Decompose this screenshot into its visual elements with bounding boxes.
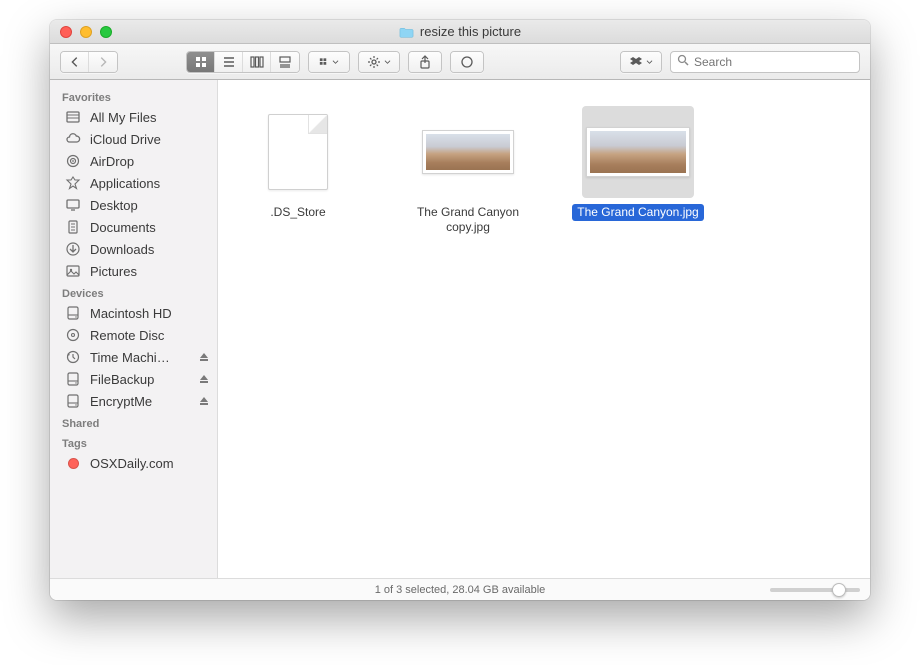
dropbox-button[interactable] xyxy=(621,52,661,72)
downloads-icon xyxy=(64,241,82,257)
cloud-icon xyxy=(64,131,82,147)
applications-icon xyxy=(64,175,82,191)
file-label: The Grand Canyon.jpg xyxy=(572,204,703,221)
sidebar-item-all-my-files[interactable]: All My Files xyxy=(50,106,217,128)
status-text: 1 of 3 selected, 28.04 GB available xyxy=(50,584,870,596)
sidebar-section-header: Favorites xyxy=(50,86,217,106)
arrange-menu xyxy=(308,51,350,73)
all-files-icon xyxy=(64,109,82,125)
coverflow-view-button[interactable] xyxy=(271,52,299,72)
sidebar-section-header: Shared xyxy=(50,412,217,432)
desktop-icon xyxy=(64,197,82,213)
arrange-button[interactable] xyxy=(309,52,349,72)
sidebar-item-label: Documents xyxy=(90,220,156,235)
list-view-button[interactable] xyxy=(215,52,243,72)
sidebar-item-label: Pictures xyxy=(90,264,137,279)
disk-icon xyxy=(64,371,82,387)
window-controls xyxy=(60,26,112,38)
disk-icon xyxy=(64,305,82,321)
sidebar-item-label: EncryptMe xyxy=(90,394,152,409)
sidebar-item-airdrop[interactable]: AirDrop xyxy=(50,150,217,172)
sidebar-item-encryptme[interactable]: EncryptMe xyxy=(50,390,217,412)
documents-icon xyxy=(64,219,82,235)
file-label: .DS_Store xyxy=(265,204,330,221)
sidebar-item-label: Macintosh HD xyxy=(90,306,172,321)
sidebar-item-label: Downloads xyxy=(90,242,154,257)
minimize-button[interactable] xyxy=(80,26,92,38)
sidebar-item-label: Desktop xyxy=(90,198,138,213)
folder-icon xyxy=(399,26,414,38)
action-button[interactable] xyxy=(359,52,399,72)
document-thumbnail xyxy=(242,106,354,198)
share-button[interactable] xyxy=(409,52,441,72)
sidebar-item-pictures[interactable]: Pictures xyxy=(50,260,217,282)
toolbar xyxy=(50,44,870,80)
finder-window: resize this picture xyxy=(50,20,870,600)
sidebar-item-desktop[interactable]: Desktop xyxy=(50,194,217,216)
file-item[interactable]: .DS_Store xyxy=(228,100,368,227)
eject-icon[interactable] xyxy=(199,350,209,365)
edit-tags-button[interactable] xyxy=(451,52,483,72)
icon-view-button[interactable] xyxy=(187,52,215,72)
file-grid[interactable]: .DS_Store The Grand Canyon copy.jpg The Gr… xyxy=(218,80,870,578)
slider-knob[interactable] xyxy=(832,583,846,597)
share-menu xyxy=(408,51,442,73)
sidebar: Favorites All My Files iCloud Drive AirDrop… xyxy=(50,80,218,578)
sidebar-item-filebackup[interactable]: FileBackup xyxy=(50,368,217,390)
sidebar-item-label: FileBackup xyxy=(90,372,154,387)
sidebar-item-label: Applications xyxy=(90,176,160,191)
remote-disc-icon xyxy=(64,327,82,343)
sidebar-item-downloads[interactable]: Downloads xyxy=(50,238,217,260)
sidebar-item-macintosh-hd[interactable]: Macintosh HD xyxy=(50,302,217,324)
file-item[interactable]: The Grand Canyon copy.jpg xyxy=(398,100,538,242)
file-item[interactable]: The Grand Canyon.jpg xyxy=(568,100,708,227)
pictures-icon xyxy=(64,263,82,279)
sidebar-item-label: Time Machi… xyxy=(90,350,170,365)
sidebar-item-remote-disc[interactable]: Remote Disc xyxy=(50,324,217,346)
tags-menu xyxy=(450,51,484,73)
window-title: resize this picture xyxy=(420,24,521,39)
sidebar-item-documents[interactable]: Documents xyxy=(50,216,217,238)
back-button[interactable] xyxy=(61,52,89,72)
sidebar-item-label: All My Files xyxy=(90,110,156,125)
time-machine-icon xyxy=(64,349,82,365)
titlebar: resize this picture xyxy=(50,20,870,44)
column-view-button[interactable] xyxy=(243,52,271,72)
tag-icon xyxy=(64,455,82,471)
action-menu xyxy=(358,51,400,73)
sidebar-item-time-machi-[interactable]: Time Machi… xyxy=(50,346,217,368)
airdrop-icon xyxy=(64,153,82,169)
image-thumbnail xyxy=(582,106,694,198)
dropbox-menu xyxy=(620,51,662,73)
sidebar-item-label: AirDrop xyxy=(90,154,134,169)
sidebar-item-label: OSXDaily.com xyxy=(90,456,174,471)
eject-icon[interactable] xyxy=(199,394,209,409)
sidebar-item-icloud-drive[interactable]: iCloud Drive xyxy=(50,128,217,150)
status-bar: 1 of 3 selected, 28.04 GB available xyxy=(50,578,870,600)
forward-button[interactable] xyxy=(89,52,117,72)
search-input[interactable] xyxy=(694,55,853,69)
disk-icon xyxy=(64,393,82,409)
sidebar-item-applications[interactable]: Applications xyxy=(50,172,217,194)
zoom-button[interactable] xyxy=(100,26,112,38)
sidebar-item-label: Remote Disc xyxy=(90,328,164,343)
close-button[interactable] xyxy=(60,26,72,38)
nav-buttons xyxy=(60,51,118,73)
search-field[interactable] xyxy=(670,51,860,73)
icon-size-slider[interactable] xyxy=(770,588,860,592)
sidebar-section-header: Devices xyxy=(50,282,217,302)
search-icon xyxy=(677,53,689,71)
file-label: The Grand Canyon copy.jpg xyxy=(402,204,534,236)
sidebar-section-header: Tags xyxy=(50,432,217,452)
image-thumbnail xyxy=(412,106,524,198)
view-switcher xyxy=(186,51,300,73)
eject-icon[interactable] xyxy=(199,372,209,387)
sidebar-item-label: iCloud Drive xyxy=(90,132,161,147)
sidebar-item-osxdaily-com[interactable]: OSXDaily.com xyxy=(50,452,217,474)
